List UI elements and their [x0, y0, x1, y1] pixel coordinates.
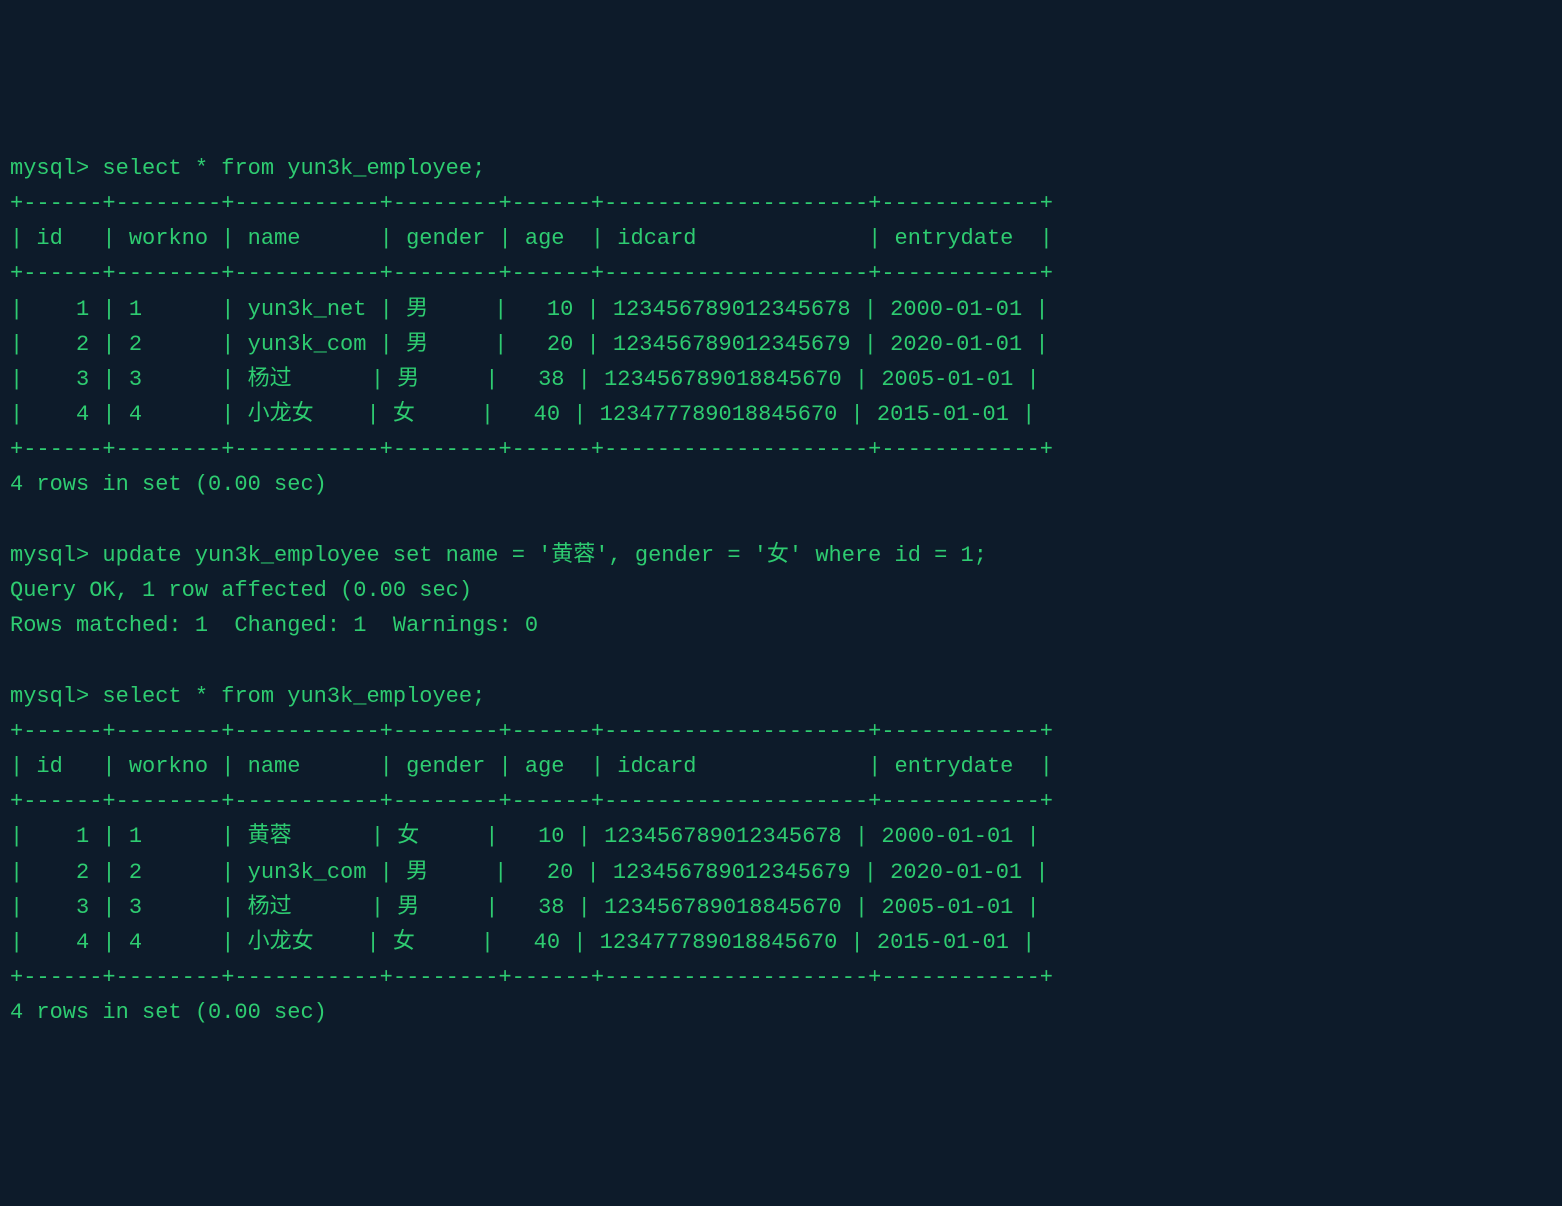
table-border-bottom1: +------+--------+-----------+--------+--…: [10, 437, 1053, 462]
sql-query-select1: select * from yun3k_employee;: [102, 156, 485, 181]
table2-row-4: | 4 | 4 | 小龙女 | 女 | 40 | 123477789018845…: [10, 930, 1035, 955]
update-result-line1: Query OK, 1 row affected (0.00 sec): [10, 578, 472, 603]
mysql-prompt: mysql>: [10, 543, 89, 568]
update-result-line2: Rows matched: 1 Changed: 1 Warnings: 0: [10, 613, 538, 638]
table-header-row2: | id | workno | name | gender | age | id…: [10, 754, 1053, 779]
table1-row-4: | 4 | 4 | 小龙女 | 女 | 40 | 123477789018845…: [10, 402, 1035, 427]
table-header-row1: | id | workno | name | gender | age | id…: [10, 226, 1053, 251]
rows-in-set-1: 4 rows in set (0.00 sec): [10, 472, 327, 497]
mysql-prompt: mysql>: [10, 684, 89, 709]
table-border-top1: +------+--------+-----------+--------+--…: [10, 191, 1053, 216]
table-border-mid1: +------+--------+-----------+--------+--…: [10, 261, 1053, 286]
table2-row-1: | 1 | 1 | 黄蓉 | 女 | 10 | 1234567890123456…: [10, 824, 1040, 849]
table1-row-1: | 1 | 1 | yun3k_net | 男 | 10 | 123456789…: [10, 297, 1049, 322]
table-border-mid2: +------+--------+-----------+--------+--…: [10, 789, 1053, 814]
mysql-prompt: mysql>: [10, 156, 89, 181]
table1-row-3: | 3 | 3 | 杨过 | 男 | 38 | 1234567890188456…: [10, 367, 1040, 392]
table-border-bottom2: +------+--------+-----------+--------+--…: [10, 965, 1053, 990]
sql-query-select2: select * from yun3k_employee;: [102, 684, 485, 709]
rows-in-set-2: 4 rows in set (0.00 sec): [10, 1000, 327, 1025]
table1-row-2: | 2 | 2 | yun3k_com | 男 | 20 | 123456789…: [10, 332, 1049, 357]
table2-row-3: | 3 | 3 | 杨过 | 男 | 38 | 1234567890188456…: [10, 895, 1040, 920]
terminal-output: mysql> select * from yun3k_employee; +--…: [10, 151, 1552, 1031]
table-border-top2: +------+--------+-----------+--------+--…: [10, 719, 1053, 744]
table2-row-2: | 2 | 2 | yun3k_com | 男 | 20 | 123456789…: [10, 860, 1049, 885]
sql-query-update: update yun3k_employee set name = '黄蓉', g…: [102, 543, 987, 568]
